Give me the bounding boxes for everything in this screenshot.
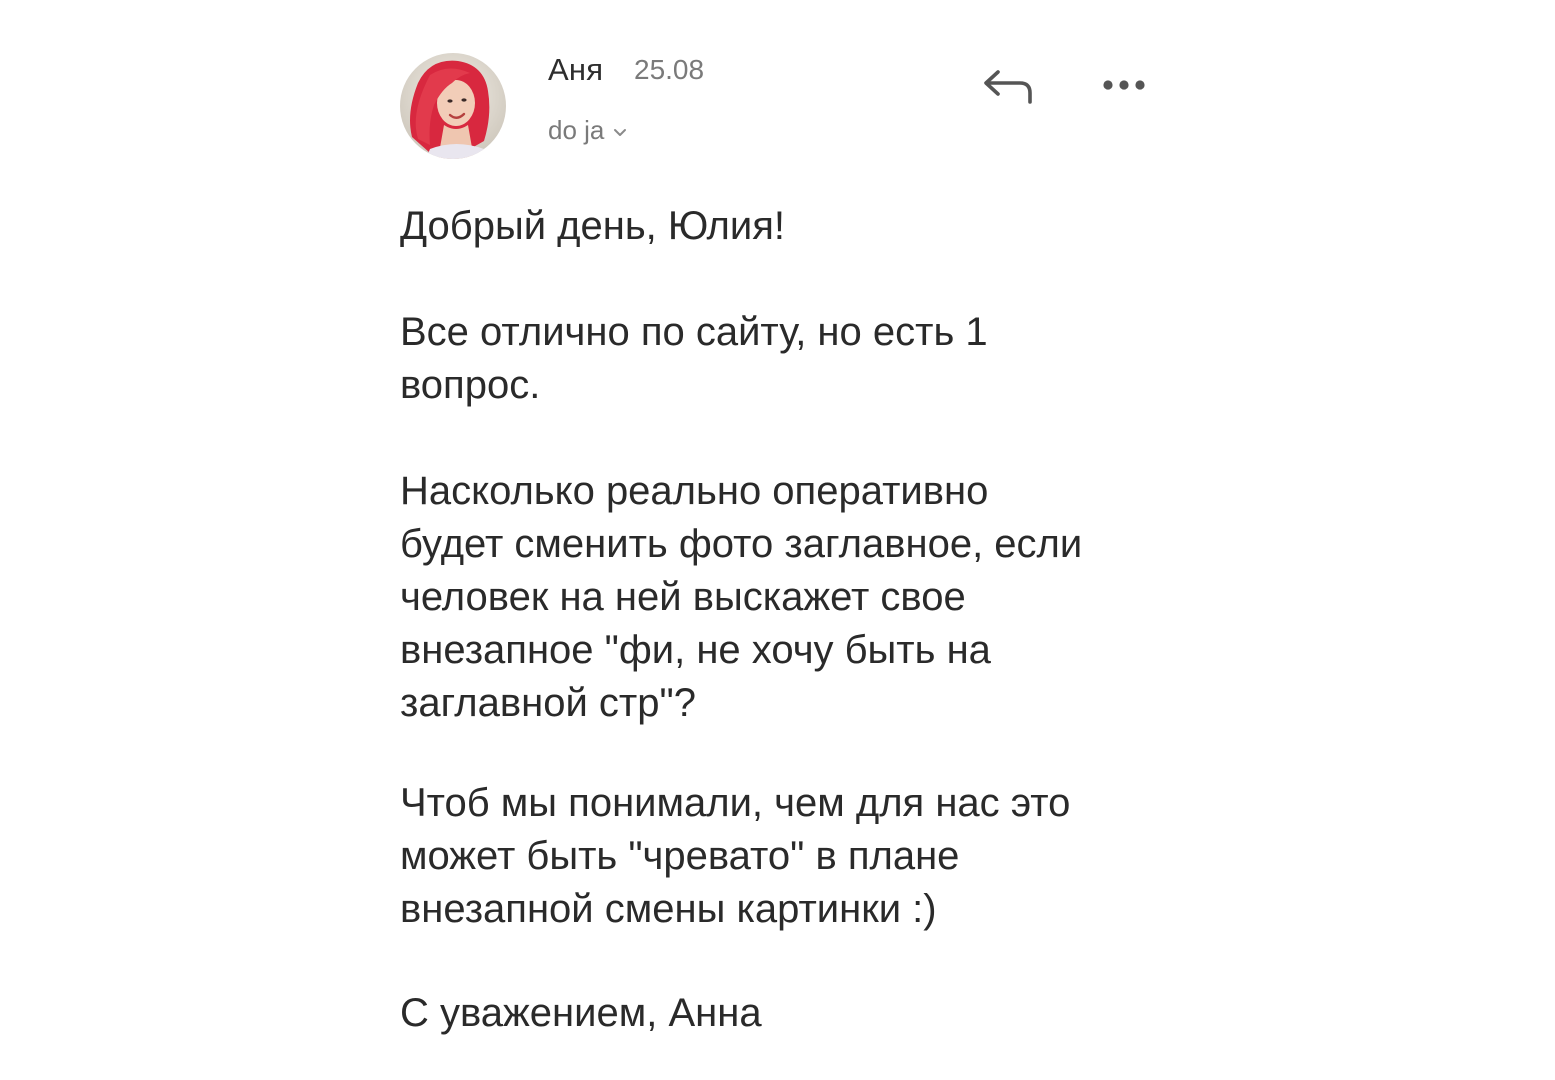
- user-photo-avatar-icon: [400, 53, 506, 159]
- recipient-label: do ja: [548, 115, 605, 145]
- more-options-button[interactable]: [1100, 72, 1150, 98]
- message-signature: С уважением, Анна: [400, 991, 762, 1035]
- sender-avatar[interactable]: [400, 53, 506, 159]
- more-dots-icon: [1103, 80, 1145, 90]
- message-paragraph: Чтоб мы понимали, чем для нас это может …: [400, 781, 1071, 931]
- email-message-view: Аня 25.08 do ja Добрый день, Юлия! Все о…: [0, 0, 1555, 1080]
- reply-arrow-icon: [984, 70, 1032, 104]
- message-date: 25.08: [634, 54, 705, 85]
- message-paragraph: Все отлично по сайту, но есть 1 вопрос.: [400, 310, 988, 407]
- chevron-down-icon: [614, 128, 627, 136]
- message-greeting: Добрый день, Юлия!: [400, 204, 785, 248]
- reply-button[interactable]: [982, 64, 1036, 108]
- message-paragraph: Насколько реально оперативно будет смени…: [400, 469, 1083, 725]
- sender-name: Аня: [548, 52, 604, 87]
- recipient-details-toggle[interactable]: do ja: [548, 115, 627, 146]
